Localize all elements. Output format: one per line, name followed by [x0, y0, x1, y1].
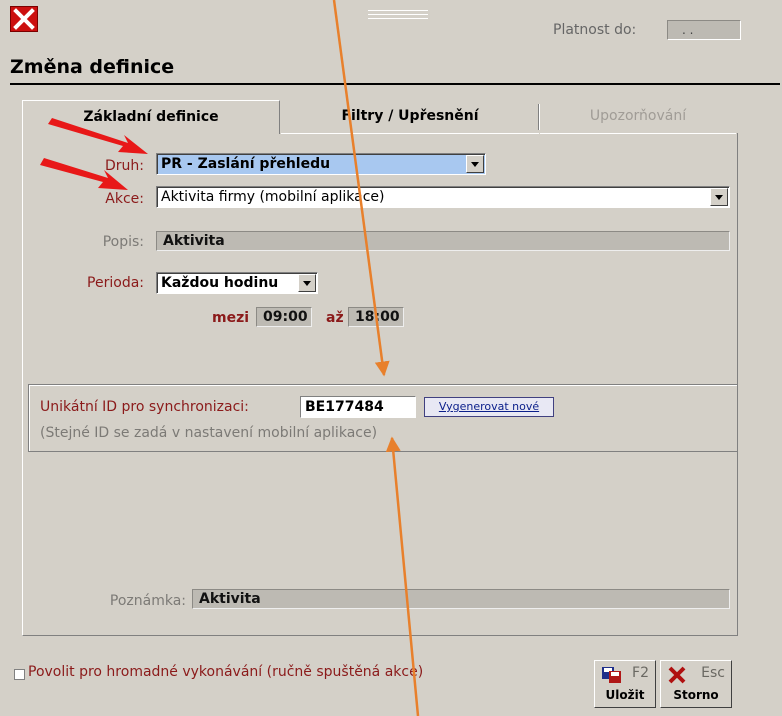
druh-select[interactable]: PR - Zaslání přehledu: [156, 153, 486, 175]
chevron-down-icon[interactable]: [466, 155, 484, 173]
perioda-value: Každou hodinu: [161, 275, 279, 291]
tab-zakladni-definice[interactable]: Základní definice: [22, 100, 280, 134]
title-divider: [10, 83, 780, 85]
platnost-label: Platnost do:: [553, 22, 637, 38]
druh-label: Druh:: [105, 158, 144, 174]
cancel-button[interactable]: Esc Storno: [660, 660, 732, 708]
save-label: Uložit: [605, 688, 645, 702]
sync-id-label: Unikátní ID pro synchronizaci:: [40, 399, 249, 415]
sync-id-input[interactable]: BE177484: [300, 396, 416, 418]
generate-id-button[interactable]: Vygenerovat nové: [424, 397, 554, 417]
drag-grip[interactable]: [368, 10, 428, 26]
save-button[interactable]: F2 Uložit: [594, 660, 656, 708]
bulk-execution-checkbox[interactable]: [14, 669, 25, 680]
sync-section: [28, 384, 738, 452]
perioda-label: Perioda:: [87, 275, 144, 291]
tab-filtry-upresneni[interactable]: Filtry / Upřesnění: [281, 100, 539, 134]
az-label: až: [326, 310, 344, 326]
cancel-label: Storno: [673, 688, 719, 702]
save-icon: [602, 667, 621, 683]
popis-label: Popis:: [102, 234, 144, 250]
tab-upozornovani: Upozorňování: [540, 100, 736, 134]
save-shortcut: F2: [632, 665, 649, 681]
chevron-down-icon[interactable]: [298, 274, 316, 292]
akce-select[interactable]: Aktivita firmy (mobilní aplikace): [156, 186, 730, 208]
bulk-execution-label: Povolit pro hromadné vykonávání (ručně s…: [28, 664, 424, 680]
mezi-time: 09:00: [256, 307, 312, 327]
druh-value: PR - Zaslání přehledu: [161, 156, 331, 172]
akce-value: Aktivita firmy (mobilní aplikace): [161, 189, 385, 205]
platnost-field[interactable]: . .: [667, 20, 741, 40]
chevron-down-icon[interactable]: [710, 188, 728, 206]
poznamka-label: Poznámka:: [109, 593, 186, 609]
close-icon: [13, 8, 35, 30]
popis-field: Aktivita: [156, 231, 730, 251]
poznamka-field: Aktivita: [192, 589, 730, 609]
perioda-select[interactable]: Každou hodinu: [156, 272, 318, 294]
cancel-shortcut: Esc: [701, 665, 725, 681]
sync-note: (Stejné ID se zadá v nastavení mobilní a…: [40, 425, 378, 441]
close-button[interactable]: [10, 6, 38, 32]
mezi-label: mezi: [212, 310, 250, 326]
cancel-icon: [668, 666, 686, 684]
akce-label: Akce:: [105, 191, 144, 207]
az-time: 18:00: [348, 307, 404, 327]
page-title: Změna definice: [10, 56, 175, 78]
